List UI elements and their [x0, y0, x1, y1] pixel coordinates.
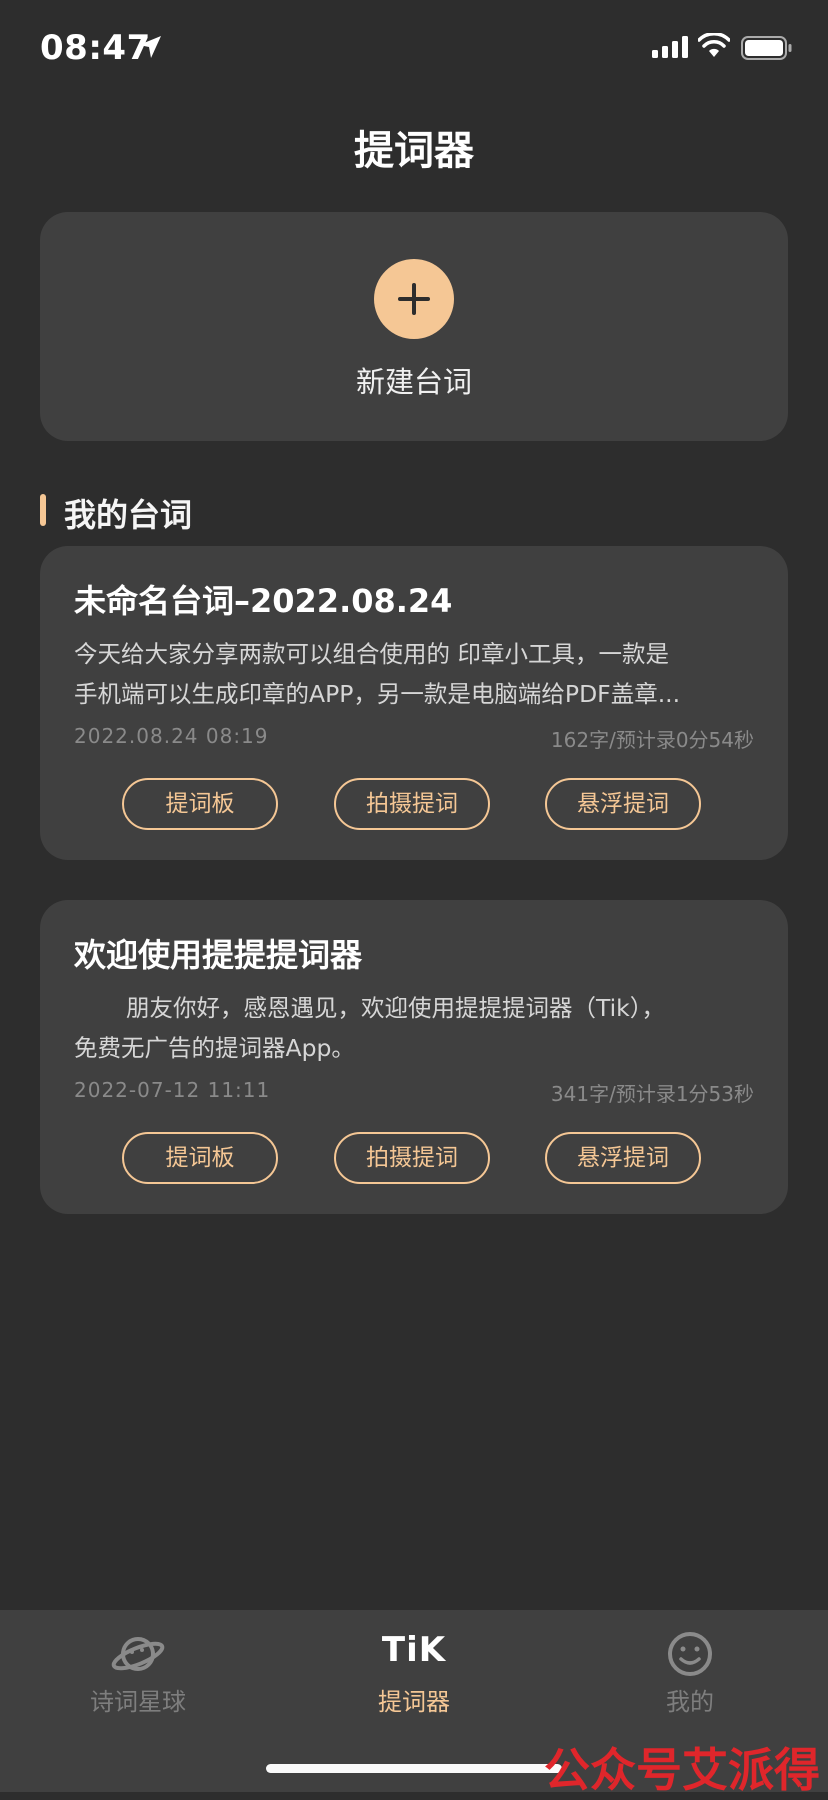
script-date: 2022-07-12 11:11 — [74, 1078, 271, 1102]
script-title: 未命名台词–2022.08.24 — [74, 582, 453, 620]
floating-prompt-button[interactable]: 悬浮提词 — [545, 1132, 701, 1184]
script-excerpt: 今天给大家分享两款可以组合使用的 印章小工具，一款是 手机端可以生成印章的APP… — [74, 634, 764, 714]
tab-teleprompter[interactable]: TiK 提词器 — [276, 1610, 552, 1730]
planet-icon — [111, 1637, 165, 1671]
section-accent-bar — [40, 494, 46, 526]
camera-prompt-button[interactable]: 拍摄提词 — [334, 1132, 490, 1184]
plus-icon — [398, 283, 430, 315]
tab-label: 提词器 — [378, 1688, 450, 1716]
tik-logo: TiK — [381, 1630, 447, 1670]
section-title: 我的台词 — [64, 496, 193, 534]
page-title: 提词器 — [354, 128, 474, 174]
camera-prompt-button[interactable]: 拍摄提词 — [334, 778, 490, 830]
script-stats: 162字/预计录0分54秒 — [550, 728, 754, 752]
prompter-board-button[interactable]: 提词板 — [122, 1132, 278, 1184]
script-card[interactable]: 欢迎使用提提提词器 朋友你好，感恩遇见，欢迎使用提提提词器（Tik）， 免费无广… — [40, 900, 788, 1214]
tab-label: 诗词星球 — [90, 1688, 186, 1716]
status-time: 08:47 — [40, 28, 151, 68]
script-card[interactable]: 未命名台词–2022.08.24 今天给大家分享两款可以组合使用的 印章小工具，… — [40, 546, 788, 860]
status-bar: 08:47 — [0, 0, 828, 100]
prompter-board-button[interactable]: 提词板 — [122, 778, 278, 830]
script-excerpt: 朋友你好，感恩遇见，欢迎使用提提提词器（Tik）， 免费无广告的提词器App。 — [74, 988, 764, 1068]
excerpt-line: 手机端可以生成印章的APP，另一款是电脑端给PDF盖章... — [74, 680, 681, 708]
new-script-card[interactable]: 新建台词 — [40, 212, 788, 441]
script-date: 2022.08.24 08:19 — [74, 724, 269, 748]
battery-icon — [741, 36, 792, 60]
location-arrow-icon — [139, 36, 161, 58]
script-stats: 341字/预计录1分53秒 — [550, 1082, 754, 1106]
home-indicator[interactable] — [266, 1764, 562, 1773]
add-script-button[interactable] — [374, 259, 454, 339]
tab-poetry-planet[interactable]: 诗词星球 — [0, 1610, 276, 1730]
tab-label: 我的 — [666, 1688, 714, 1716]
wifi-icon — [698, 33, 730, 57]
tab-mine[interactable]: 我的 — [552, 1610, 828, 1730]
new-script-label: 新建台词 — [355, 365, 472, 399]
script-title: 欢迎使用提提提词器 — [74, 936, 363, 974]
cellular-signal-icon — [652, 36, 688, 58]
smiley-icon — [668, 1632, 712, 1676]
excerpt-line: 免费无广告的提词器App。 — [74, 1034, 355, 1062]
excerpt-line: 朋友你好，感恩遇见，欢迎使用提提提词器（Tik）， — [126, 994, 666, 1022]
excerpt-line: 今天给大家分享两款可以组合使用的 印章小工具，一款是 — [74, 640, 669, 668]
floating-prompt-button[interactable]: 悬浮提词 — [545, 778, 701, 830]
watermark: 公众号艾派得 — [544, 1743, 820, 1797]
